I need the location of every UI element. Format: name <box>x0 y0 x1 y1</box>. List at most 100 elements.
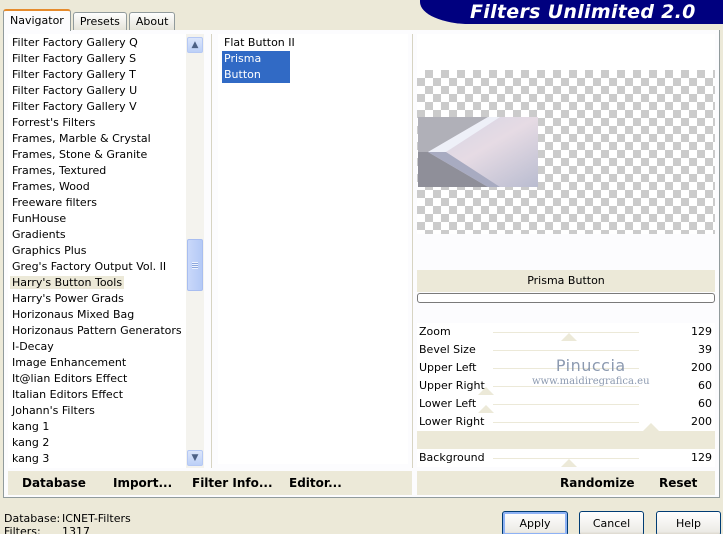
slider-track[interactable] <box>493 404 639 405</box>
category-item[interactable]: Frames, Marble & Crystal <box>8 131 204 147</box>
filter-label: Flat Button II <box>224 36 295 49</box>
category-scrollbar[interactable]: ▲ ▼ <box>186 34 204 468</box>
filter-list[interactable]: Flat Button II Prisma Button <box>218 34 408 464</box>
filters-count-label: Filters: <box>4 525 41 534</box>
category-item[interactable]: Filter Factory Gallery T <box>8 67 204 83</box>
category-label: Graphics Plus <box>12 244 87 257</box>
category-item[interactable]: Graphics Plus <box>8 243 204 259</box>
scroll-up-button[interactable]: ▲ <box>187 37 203 53</box>
category-label: Filter Factory Gallery U <box>12 84 138 97</box>
category-label: Freeware filters <box>12 196 97 209</box>
tab-about[interactable]: About <box>128 12 176 31</box>
category-item[interactable]: Greg's Factory Output Vol. II <box>8 259 204 275</box>
parameter-value: 60 <box>698 397 712 410</box>
category-label: Greg's Factory Output Vol. II <box>12 260 167 273</box>
category-label: It@lian Editors Effect <box>12 372 128 385</box>
category-item[interactable]: Italian Editors Effect <box>8 387 204 403</box>
parameter-row[interactable] <box>417 431 715 449</box>
parameter-value: 60 <box>698 379 712 392</box>
category-item[interactable]: Frames, Textured <box>8 163 204 179</box>
tab-bar: Navigator Presets About <box>3 9 177 31</box>
parameter-row[interactable]: Lower Right 200 <box>417 413 715 431</box>
category-label: Filter Factory Gallery Q <box>12 36 138 49</box>
tab-navigator[interactable]: Navigator <box>3 9 71 31</box>
category-item[interactable]: Harry's Button Tools <box>8 275 204 291</box>
category-item[interactable]: FunHouse <box>8 211 204 227</box>
slider-track[interactable] <box>493 440 639 441</box>
category-label: Horizonaus Pattern Generators <box>12 324 182 337</box>
apply-button[interactable]: Apply <box>502 511 568 534</box>
slider-knob[interactable] <box>643 423 659 431</box>
parameter-label: Bevel Size <box>419 343 476 356</box>
reset-button[interactable]: Reset <box>659 476 697 490</box>
cancel-button[interactable]: Cancel <box>579 511 644 534</box>
parameter-label: Upper Right <box>419 379 485 392</box>
filter-label: Prisma Button <box>222 51 290 83</box>
database-button[interactable]: Database <box>22 476 86 490</box>
category-label: Filter Factory Gallery T <box>12 68 136 81</box>
parameter-label: Upper Left <box>419 361 477 374</box>
category-item[interactable]: Filter Factory Gallery V <box>8 99 204 115</box>
category-item[interactable]: kang 1 <box>8 419 204 435</box>
category-item[interactable]: Johann's Filters <box>8 403 204 419</box>
category-item[interactable]: Image Enhancement <box>8 355 204 371</box>
randomize-button[interactable]: Randomize <box>560 476 634 490</box>
parameter-row[interactable]: Lower Left 60 <box>417 395 715 413</box>
category-label: Filter Factory Gallery V <box>12 100 137 113</box>
prisma-button-preview <box>418 117 538 187</box>
category-item[interactable]: Filter Factory Gallery Q <box>8 35 204 51</box>
parameter-value: 129 <box>691 451 712 464</box>
filters-count-value: 1317 <box>62 525 90 534</box>
category-label: I-Decay <box>12 340 54 353</box>
category-item[interactable]: kang 2 <box>8 435 204 451</box>
category-item[interactable]: Horizonaus Pattern Generators <box>8 323 204 339</box>
database-value: ICNET-Filters <box>62 512 131 525</box>
import-button[interactable]: Import... <box>113 476 172 490</box>
filter-item[interactable]: Flat Button II <box>218 35 408 51</box>
tab-presets[interactable]: Presets <box>72 12 127 31</box>
slider-knob[interactable] <box>561 333 577 341</box>
slider-knob[interactable] <box>478 387 494 395</box>
database-label: Database: <box>4 512 61 525</box>
category-item[interactable]: Freeware filters <box>8 195 204 211</box>
category-item[interactable]: Gradients <box>8 227 204 243</box>
category-label: Gradients <box>12 228 66 241</box>
category-label: Image Enhancement <box>12 356 127 369</box>
list-toolbar: Database Import... Filter Info... Editor… <box>8 471 412 495</box>
watermark-url: www.maidiregrafica.eu <box>532 376 650 387</box>
category-item[interactable]: I-Decay <box>8 339 204 355</box>
slider-knob[interactable] <box>478 405 494 413</box>
parameter-value: 200 <box>691 361 712 374</box>
category-label: kang 2 <box>12 436 50 449</box>
preview-divider <box>412 34 413 468</box>
filter-name-label: Prisma Button <box>417 270 715 292</box>
category-item[interactable]: Frames, Wood <box>8 179 204 195</box>
category-item[interactable]: Harry's Power Grads <box>8 291 204 307</box>
category-item[interactable]: Forrest's Filters <box>8 115 204 131</box>
category-item[interactable]: Filter Factory Gallery U <box>8 83 204 99</box>
category-item[interactable]: Frames, Stone & Granite <box>8 147 204 163</box>
grip-icon <box>192 262 198 269</box>
category-label: Frames, Marble & Crystal <box>12 132 151 145</box>
scroll-thumb[interactable] <box>187 239 203 291</box>
parameter-value: 39 <box>698 343 712 356</box>
help-button[interactable]: Help <box>656 511 721 534</box>
category-label: FunHouse <box>12 212 67 225</box>
watermark-name: Pinuccia <box>555 356 626 375</box>
slider-knob[interactable] <box>561 459 577 467</box>
editor-button[interactable]: Editor... <box>289 476 342 490</box>
category-item[interactable]: Horizonaus Mixed Bag <box>8 307 204 323</box>
category-label: Johann's Filters <box>12 404 95 417</box>
slider-track[interactable] <box>493 422 639 423</box>
app-title: Filters Unlimited 2.0 <box>470 1 696 23</box>
scroll-down-button[interactable]: ▼ <box>187 450 203 466</box>
category-item[interactable]: kang 3 <box>8 451 204 467</box>
parameter-label: Lower Right <box>419 415 485 428</box>
category-list[interactable]: Filter Factory Gallery Q Filter Factory G… <box>8 34 204 468</box>
filter-info-button[interactable]: Filter Info... <box>192 476 273 490</box>
category-item[interactable]: It@lian Editors Effect <box>8 371 204 387</box>
category-item[interactable]: Filter Factory Gallery S <box>8 51 204 67</box>
watermark: Pinuccia www.maidiregrafica.eu <box>532 358 650 387</box>
slider-track[interactable] <box>493 350 639 351</box>
filter-item[interactable]: Prisma Button <box>218 51 408 83</box>
